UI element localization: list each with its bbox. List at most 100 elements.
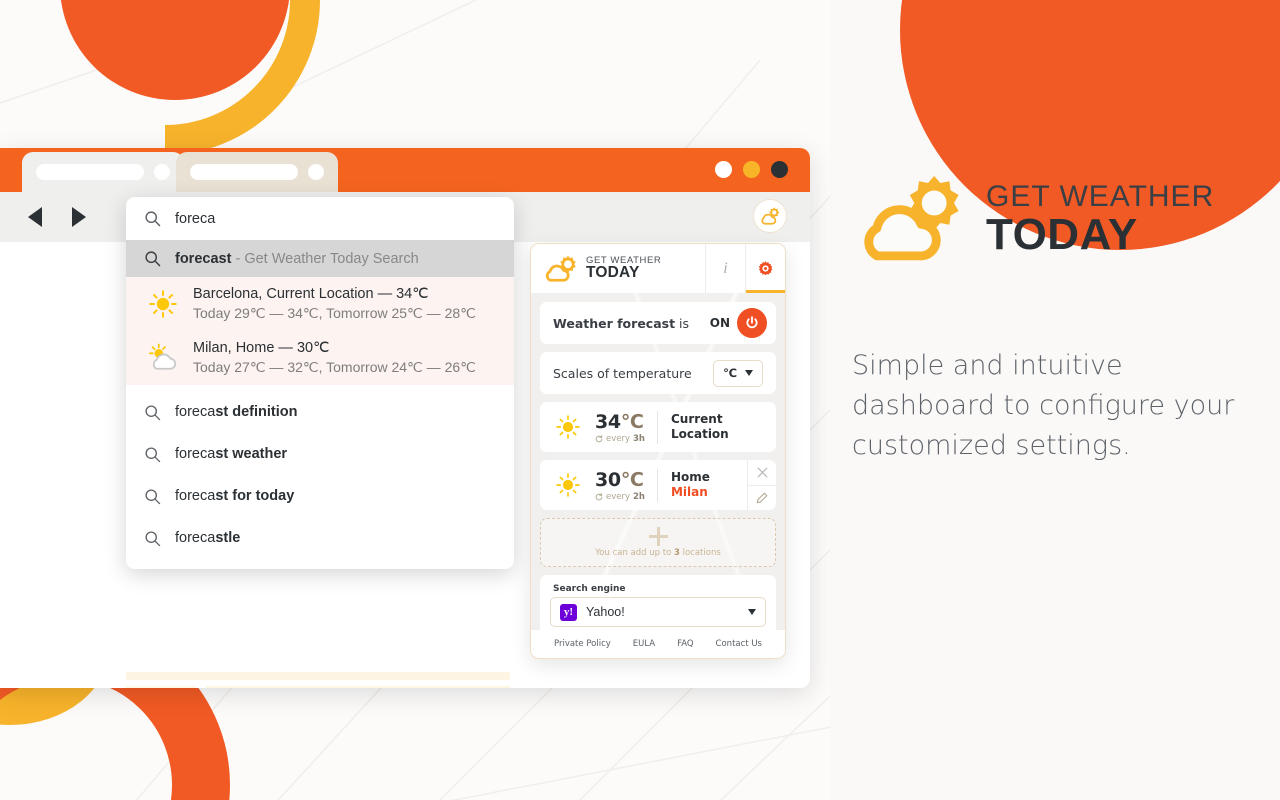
search-icon: [145, 404, 161, 420]
add-location-button[interactable]: You can add up to 3 locations: [540, 518, 776, 567]
widget-body: Weather forecast is ON Scales of tempera…: [531, 293, 785, 647]
omnibox-suggestion[interactable]: forecast weather: [126, 433, 514, 475]
browser-titlebar: [0, 148, 810, 192]
search-icon: [145, 211, 161, 227]
weather-widget-popup: GET WEATHER TODAY i Weather forecast is …: [530, 243, 786, 659]
suggestion-completion: st definition: [215, 404, 298, 420]
window-close-button[interactable]: [715, 161, 732, 178]
weather-extension-button[interactable]: [753, 199, 787, 233]
location-name-block: Current Location: [658, 412, 729, 442]
omnibox-suggestion[interactable]: forecast for today: [126, 475, 514, 517]
window-controls: [715, 161, 788, 178]
sun-icon: [146, 287, 180, 321]
omnibox-suggestion[interactable]: forecastle: [126, 517, 514, 559]
page-skeleton-box: [126, 686, 196, 688]
location-name-block: Home Milan: [658, 470, 710, 500]
footer-link-faq[interactable]: FAQ: [677, 639, 693, 649]
forecast-label-bold: Weather forecast: [553, 315, 676, 331]
info-icon: i: [723, 259, 728, 277]
promo-brand-line2: TODAY: [986, 210, 1138, 260]
temperature-scale-select[interactable]: ℃: [713, 359, 763, 387]
widget-header: GET WEATHER TODAY i: [531, 244, 785, 293]
location-name-line1: Current: [670, 412, 723, 426]
location-temp-value: 34: [595, 410, 621, 433]
weather-result-row[interactable]: Milan, Home — 30℃ Today 27℃ — 32℃, Tomor…: [126, 331, 514, 385]
temperature-scale-label: Scales of temperature: [553, 365, 692, 381]
browser-tab-1[interactable]: [22, 152, 184, 192]
omnibox-weather-results: Barcelona, Current Location — 34℃ Today …: [126, 277, 514, 385]
forecast-state-label: ON: [709, 316, 730, 330]
suggestion-completion: stle: [215, 530, 241, 546]
back-button[interactable]: [28, 207, 42, 227]
refresh-label: every: [606, 491, 631, 502]
footer-link-contact-us[interactable]: Contact Us: [716, 639, 762, 649]
location-city: Milan: [670, 485, 708, 499]
temperature-scale-row: Scales of temperature ℃: [540, 352, 776, 394]
weather-result-row[interactable]: Barcelona, Current Location — 34℃ Today …: [126, 277, 514, 331]
footer-link-eula[interactable]: EULA: [633, 639, 655, 649]
sun-cloud-logo-icon: [545, 255, 576, 282]
sun-cloud-icon: [146, 341, 180, 375]
refresh-icon: [595, 434, 603, 442]
chevron-down-icon: [745, 370, 753, 376]
page-skeleton-line: [206, 686, 510, 688]
refresh-label: every: [606, 433, 631, 444]
hint-post: locations: [679, 548, 721, 558]
omnibox-highlighted-suggestion[interactable]: forecast - Get Weather Today Search: [126, 240, 514, 277]
weather-result-title: Milan, Home — 30℃: [193, 340, 330, 356]
suggestion-typed: foreca: [175, 446, 216, 462]
sun-cloud-logo-icon: [864, 176, 959, 261]
settings-tab-button[interactable]: [745, 244, 785, 293]
location-name-line1: Home: [670, 470, 710, 484]
location-refresh-info: every 2h: [595, 492, 645, 502]
power-toggle-button[interactable]: [737, 308, 767, 338]
forecast-toggle-card: Weather forecast is ON: [540, 302, 776, 344]
promo-tagline: Simple and intuitive dashboard to config…: [852, 350, 1235, 462]
tab-title-placeholder: [36, 164, 145, 180]
location-name-line2: Location: [670, 427, 729, 441]
widget-header-tabs: i: [705, 244, 785, 293]
sun-icon: [551, 472, 585, 498]
suggestion-typed: foreca: [175, 530, 216, 546]
widget-logo-line2: TODAY: [586, 264, 640, 282]
forecast-label-rest: is: [675, 315, 690, 331]
tab-close-icon[interactable]: [308, 164, 324, 180]
edit-location-button[interactable]: [748, 484, 776, 511]
promo-panel: GET WEATHER TODAY Simple and intuitive d…: [852, 170, 1252, 467]
suggestion-typed: foreca: [175, 488, 216, 504]
widget-logo-text: GET WEATHER TODAY: [586, 255, 661, 282]
location-temp-unit: ℃: [620, 410, 644, 433]
location-temp-value: 30: [595, 468, 621, 491]
chevron-down-icon: [748, 609, 756, 615]
omnibox-suggestion-list: forecast definition forecast weather for…: [126, 385, 514, 569]
search-engine-label: Search engine: [553, 584, 626, 594]
promo-brand: GET WEATHER TODAY: [852, 170, 1252, 268]
tab-close-icon[interactable]: [154, 164, 170, 180]
window-maximize-button[interactable]: [771, 161, 788, 178]
location-temperature-block: 34℃ every 3h: [585, 410, 658, 444]
weather-result-title: Barcelona, Current Location — 34℃: [193, 286, 429, 302]
suggestion-query: forecast: [175, 250, 232, 267]
forward-button[interactable]: [72, 207, 86, 227]
search-icon: [145, 251, 161, 267]
gear-icon: [758, 261, 773, 276]
refresh-interval: 3h: [633, 433, 645, 444]
weather-result-subtitle: Today 27℃ — 32℃, Tomorrow 24℃ — 26℃: [193, 359, 476, 375]
refresh-icon: [595, 492, 603, 500]
search-engine-select[interactable]: y! Yahoo!: [550, 597, 766, 627]
power-icon: [746, 316, 758, 329]
info-tab-button[interactable]: i: [705, 244, 745, 293]
remove-location-button[interactable]: [748, 460, 776, 485]
browser-tab-2[interactable]: [176, 152, 338, 192]
search-input[interactable]: foreca: [126, 197, 514, 240]
footer-link-private-policy[interactable]: Private Policy: [554, 639, 611, 649]
suggestion-separator: -: [235, 250, 241, 267]
suggestion-engine: Get Weather Today Search: [244, 250, 419, 267]
omnibox-suggestion[interactable]: forecast definition: [126, 391, 514, 433]
tab-title-placeholder: [190, 164, 299, 180]
window-minimize-button[interactable]: [743, 161, 760, 178]
refresh-interval: 2h: [633, 491, 645, 502]
temperature-scale-value: ℃: [723, 366, 737, 380]
search-icon: [145, 488, 161, 504]
weather-result-subtitle: Today 29℃ — 34℃, Tomorrow 25℃ — 28℃: [193, 305, 476, 321]
